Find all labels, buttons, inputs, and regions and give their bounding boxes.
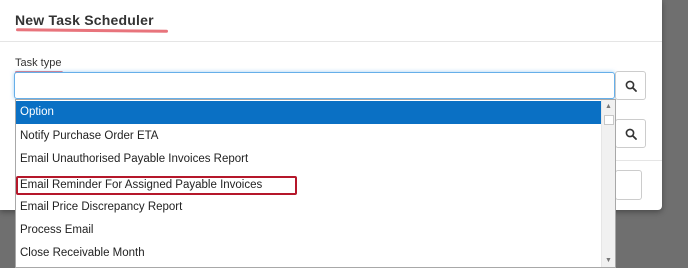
modal-header: New Task Scheduler — [0, 0, 662, 42]
task-type-label: Task type — [15, 57, 62, 69]
task-type-input[interactable] — [14, 72, 615, 99]
search-icon — [625, 128, 637, 140]
dropdown-option[interactable]: Notify Purchase Order ETA — [16, 125, 602, 148]
second-search-button[interactable] — [615, 119, 646, 148]
annotation-highlight-box — [16, 176, 297, 195]
dropdown-option[interactable]: Email Price Discrepancy Report — [16, 196, 602, 219]
dropdown-option[interactable]: Email Unauthorised Payable Invoices Repo… — [16, 148, 602, 171]
modal-title: New Task Scheduler — [15, 12, 154, 28]
chevron-up-icon[interactable]: ▲ — [602, 100, 615, 113]
scrollbar-thumb[interactable] — [604, 115, 614, 125]
chevron-down-icon[interactable]: ▼ — [602, 254, 615, 267]
dropdown-option[interactable]: Process Email — [16, 219, 602, 242]
dropdown-scrollbar[interactable]: ▲ ▼ — [601, 100, 615, 267]
dropdown-option-placeholder[interactable]: Option — [16, 101, 602, 124]
footer-divider — [615, 160, 662, 161]
title-annotation-underline — [15, 28, 169, 33]
dropdown-option[interactable]: Close Receivable Month — [16, 242, 602, 265]
task-type-dropdown-list[interactable]: Option Notify Purchase Order ETA Email U… — [15, 99, 616, 268]
search-icon — [625, 80, 637, 92]
task-type-search-button[interactable] — [615, 71, 646, 100]
footer-button[interactable] — [615, 170, 642, 200]
